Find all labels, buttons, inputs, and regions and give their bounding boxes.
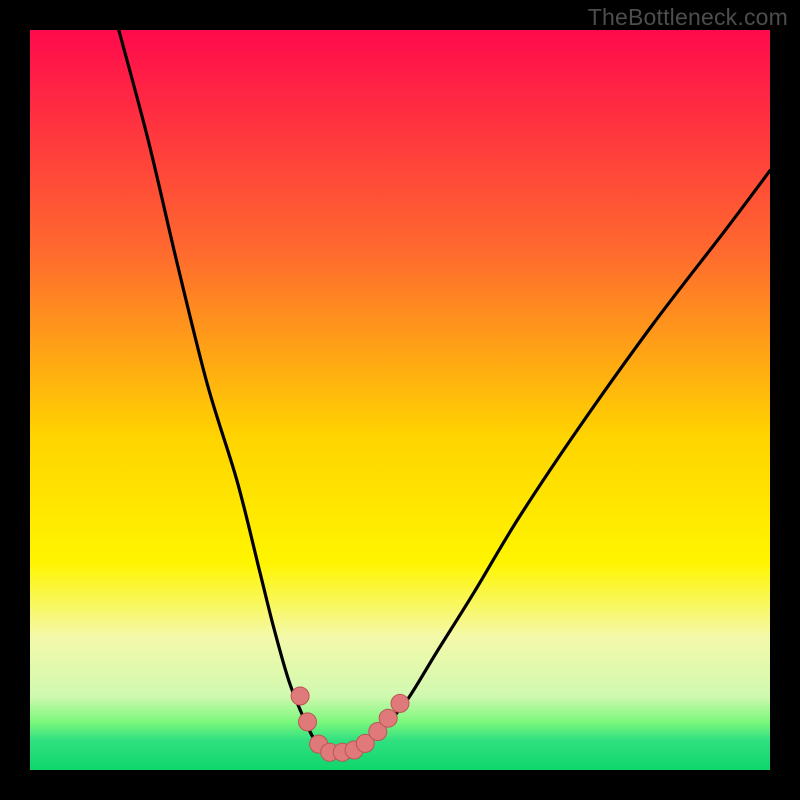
marker-dot [391,694,409,712]
watermark-text: TheBottleneck.com [588,4,788,31]
marker-dot [379,709,397,727]
marker-dot [299,713,317,731]
marker-dot [291,687,309,705]
plot-background [30,30,770,770]
bottleneck-chart [0,0,800,800]
chart-stage: TheBottleneck.com [0,0,800,800]
